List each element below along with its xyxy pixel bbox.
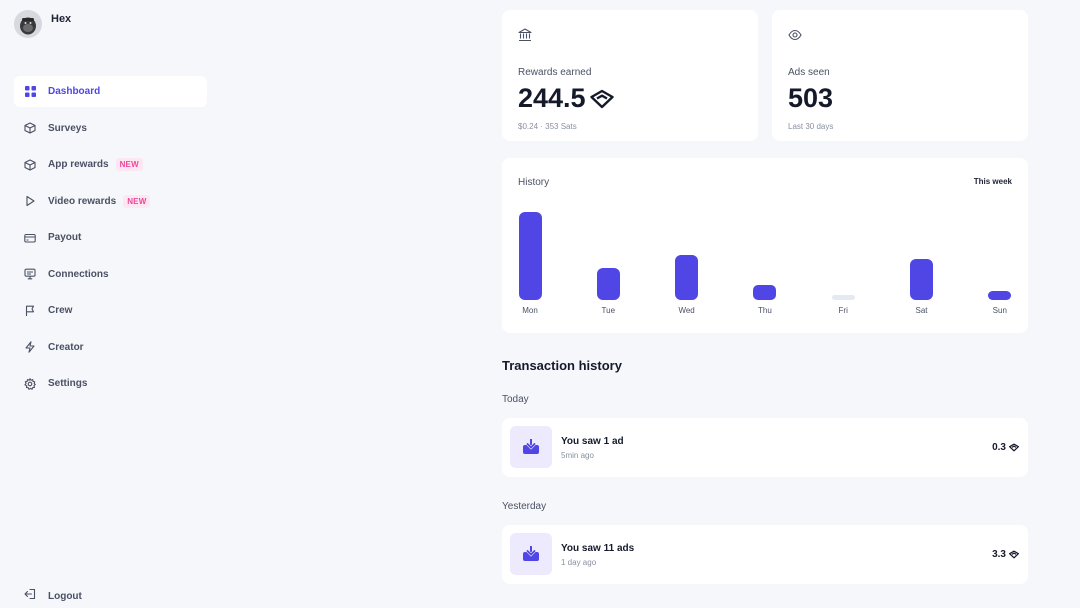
ads-seen-subtext: Last 30 days xyxy=(788,122,834,131)
bar-mon[interactable] xyxy=(518,212,542,300)
box-icon xyxy=(24,122,36,134)
sidebar-item-dashboard[interactable]: Dashboard xyxy=(14,76,207,107)
profile[interactable]: Hex xyxy=(14,10,71,38)
bar-slot-wed: Wed xyxy=(667,158,707,333)
sidebar-item-surveys[interactable]: Surveys xyxy=(14,113,207,144)
transaction-title: You saw 1 ad xyxy=(561,436,624,447)
ads-seen-title: Ads seen xyxy=(788,67,830,78)
sidebar-nav: Dashboard Surveys App rewards NEW Video … xyxy=(14,76,207,405)
group-label-yesterday: Yesterday xyxy=(502,501,547,512)
reward-coin-icon xyxy=(589,89,614,109)
sidebar-item-label: Connections xyxy=(48,268,109,280)
username: Hex xyxy=(51,13,72,25)
bar-label-wed: Wed xyxy=(678,306,695,315)
bar-slot-sun: Sun xyxy=(980,158,1020,333)
sidebar-item-creator[interactable]: Creator xyxy=(14,332,207,363)
logout-icon xyxy=(24,587,36,605)
sidebar-item-label: Creator xyxy=(48,341,84,353)
download-tile xyxy=(510,533,552,575)
rewards-earned-title: Rewards earned xyxy=(518,67,592,78)
bar-label-mon: Mon xyxy=(522,306,538,315)
sidebar-item-label: Dashboard xyxy=(48,86,101,97)
transaction-amount: 0.3 xyxy=(992,442,1006,453)
sidebar-item-label: App rewards xyxy=(48,159,109,170)
reward-coin-icon xyxy=(1009,550,1019,559)
transaction-amount: 3.3 xyxy=(992,549,1006,560)
sidebar-item-label: Video rewards xyxy=(48,195,117,207)
rewards-earned-value: 244.5 xyxy=(518,83,586,113)
sidebar-item-label: Settings xyxy=(48,378,88,389)
sidebar-item-payout[interactable]: Payout xyxy=(14,222,207,253)
transaction-time: 1 day ago xyxy=(561,558,597,567)
bar-slot-tue: Tue xyxy=(588,158,628,333)
bar-thu[interactable] xyxy=(753,285,777,300)
flag-icon xyxy=(24,305,36,317)
new-badge: NEW xyxy=(123,194,151,208)
bar-label-thu: Thu xyxy=(757,306,772,315)
transaction-row[interactable]: You saw 1 ad 5min ago 0.3 xyxy=(502,418,1028,477)
bar-tue[interactable] xyxy=(596,268,620,300)
logout-label: Logout xyxy=(48,590,82,602)
logout-button[interactable]: Logout xyxy=(24,587,82,605)
bar-slot-fri: Fri xyxy=(823,158,863,333)
bar-wed[interactable] xyxy=(675,255,699,300)
download-tile xyxy=(510,426,552,468)
rewards-earned-value-row: 244.5 xyxy=(518,83,614,114)
bar-label-fri: Fri xyxy=(838,306,848,315)
sidebar-item-crew[interactable]: Crew xyxy=(14,295,207,326)
sidebar-item-label: Payout xyxy=(48,232,82,243)
ads-seen-value: 503 xyxy=(788,83,834,113)
inbox-download-icon xyxy=(523,546,539,561)
bolt-icon xyxy=(24,341,36,353)
eye-icon xyxy=(788,28,802,47)
bar-fri[interactable] xyxy=(831,295,855,300)
card-icon xyxy=(24,232,36,244)
sidebar-item-app-rewards[interactable]: App rewards NEW xyxy=(14,149,207,180)
history-bar-chart: Mon Tue Wed Thu Fri Sat Sun xyxy=(502,158,1028,333)
sidebar-item-video-rewards[interactable]: Video rewards NEW xyxy=(14,186,207,217)
rewards-earned-card: Rewards earned 244.5 $0.24 · 353 Sats xyxy=(502,10,758,141)
avatar[interactable] xyxy=(14,10,42,38)
bar-label-sat: Sat xyxy=(915,306,928,315)
rewards-earned-subtext: $0.24 · 353 Sats xyxy=(518,122,577,131)
play-icon xyxy=(24,195,36,207)
bar-slot-mon: Mon xyxy=(510,158,550,333)
bar-sat[interactable] xyxy=(910,258,933,300)
sidebar-item-label: Crew xyxy=(48,305,73,316)
bar-slot-sat: Sat xyxy=(902,158,942,333)
history-chart-card: History This week Mon Tue Wed Thu Fri Sat Sun xyxy=(502,158,1028,333)
gorilla-avatar-icon xyxy=(14,10,42,38)
inbox-download-icon xyxy=(523,439,539,454)
transaction-title: You saw 11 ads xyxy=(561,543,635,554)
bar-label-tue: Tue xyxy=(601,306,616,315)
transaction-row[interactable]: You saw 11 ads 1 day ago 3.3 xyxy=(502,525,1028,584)
group-label-today: Today xyxy=(502,394,529,405)
grid-icon xyxy=(24,86,36,98)
bar-label-sun: Sun xyxy=(992,306,1007,315)
bar-slot-thu: Thu xyxy=(745,158,785,333)
gear-icon xyxy=(24,377,36,390)
new-badge: NEW xyxy=(115,158,143,171)
ads-seen-card: Ads seen 503 Last 30 days xyxy=(772,10,1028,141)
sidebar-item-connections[interactable]: Connections xyxy=(14,259,207,290)
reward-coin-icon xyxy=(1009,443,1019,452)
transaction-time: 5min ago xyxy=(561,451,594,460)
bar-sun[interactable] xyxy=(988,291,1012,300)
transaction-amount-row: 3.3 xyxy=(992,549,1019,560)
transaction-history-title: Transaction history xyxy=(502,358,622,373)
sidebar-item-settings[interactable]: Settings xyxy=(14,368,207,399)
bank-icon xyxy=(518,28,532,47)
transaction-amount-row: 0.3 xyxy=(992,442,1019,453)
monitor-icon xyxy=(24,268,36,280)
sidebar-item-label: Surveys xyxy=(48,122,87,134)
box-icon xyxy=(24,158,36,171)
